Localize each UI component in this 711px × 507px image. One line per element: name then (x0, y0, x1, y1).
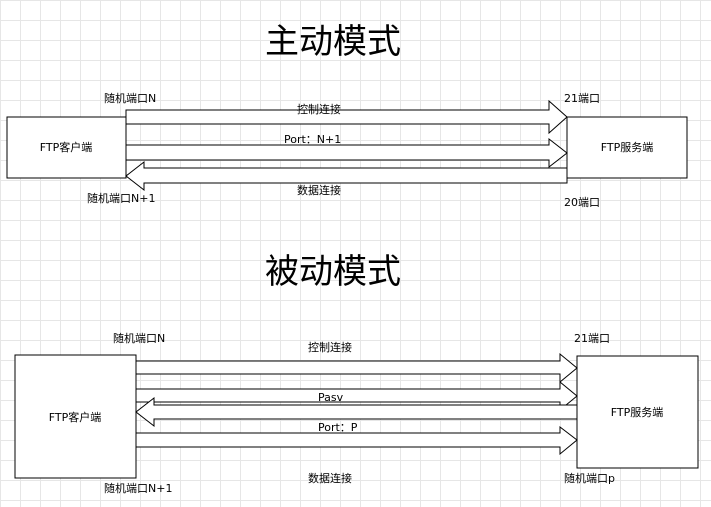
passive-pasv-label: Pasv (318, 391, 344, 404)
passive-client-label: FTP客户端 (49, 410, 102, 424)
ftp-mode-diagram: 主动模式 FTP客户端 FTP服务端 随机端口N 随机端口N+1 21端口 20… (6, 22, 699, 495)
active-port-command-arrow (125, 137, 568, 169)
passive-server-label: FTP服务端 (611, 406, 664, 419)
passive-port-command-label: Port：P (318, 421, 358, 434)
active-control-connection-arrow (125, 99, 568, 135)
active-server-label: FTP服务端 (601, 141, 654, 154)
passive-control-connection-label: 控制连接 (308, 340, 352, 354)
passive-client-port-top: 随机端口N (113, 331, 165, 345)
passive-mode-title: 被动模式 (265, 252, 401, 292)
active-server-port-bottom: 20端口 (564, 196, 600, 209)
active-mode-title: 主动模式 (265, 22, 401, 62)
active-server-port-top: 21端口 (564, 92, 600, 105)
passive-server-port-top: 21端口 (574, 332, 610, 345)
active-data-connection-arrow (125, 160, 568, 192)
active-client-label: FTP客户端 (40, 140, 93, 154)
passive-server-port-bottom: 随机端口p (564, 471, 615, 485)
active-control-connection-label: 控制连接 (297, 102, 341, 116)
active-client-port-bottom: 随机端口N+1 (87, 191, 155, 205)
passive-control-connection-arrow-1 (135, 352, 578, 384)
active-client-port-top: 随机端口N (104, 91, 156, 105)
passive-data-connection-label: 数据连接 (308, 471, 352, 485)
passive-client-port-bottom: 随机端口N+1 (104, 481, 172, 495)
active-port-command-label: Port：N+1 (284, 133, 341, 146)
active-data-connection-label: 数据连接 (297, 183, 341, 197)
